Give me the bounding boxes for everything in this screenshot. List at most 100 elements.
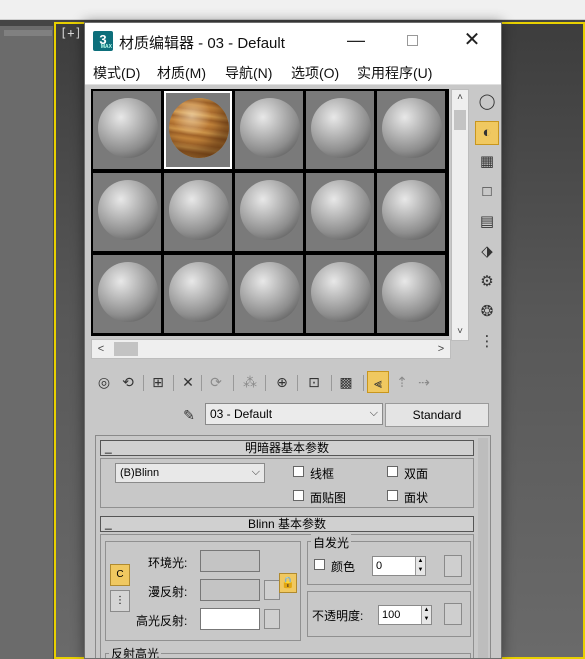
material-name-value[interactable]: 03 - Default: [210, 407, 272, 421]
sample-slot[interactable]: [235, 173, 303, 251]
put-to-library-icon[interactable]: ⊕: [271, 371, 293, 393]
scroll-up-arrow-icon[interactable]: ˄: [452, 90, 468, 106]
blinn-basic-rollout-header[interactable]: _ Blinn 基本参数: [100, 516, 474, 532]
show-end-result-icon[interactable]: ⫷: [367, 371, 389, 393]
diffuse-map-button[interactable]: [264, 580, 280, 600]
make-preview-icon[interactable]: ⬗: [475, 241, 499, 265]
sample-slot[interactable]: [93, 173, 161, 251]
material-name-field[interactable]: 03 - Default ⌵: [205, 403, 383, 425]
ambient-color-swatch[interactable]: [200, 550, 260, 572]
opacity-map-button[interactable]: [444, 603, 462, 625]
checkbox-box[interactable]: [387, 466, 398, 477]
hscroll-thumb[interactable]: [114, 342, 138, 356]
toolbar-separator: [297, 375, 298, 391]
sample-sphere: [169, 180, 229, 240]
menu-material[interactable]: 材质(M): [157, 63, 206, 83]
menu-navigation[interactable]: 导航(N): [225, 63, 272, 83]
sample-slot[interactable]: [164, 173, 232, 251]
two-sided-checkbox[interactable]: 双面: [387, 465, 457, 481]
opacity-spinner[interactable]: 100 ▲ ▼: [378, 605, 432, 625]
get-material-icon[interactable]: ◎: [93, 371, 115, 393]
backlight-icon[interactable]: ◐: [475, 121, 499, 145]
sample-slot[interactable]: [164, 255, 232, 333]
background-checker-icon[interactable]: ▦: [475, 151, 499, 175]
video-color-check-icon[interactable]: ▤: [475, 211, 499, 235]
menu-options[interactable]: 选项(O): [291, 63, 339, 83]
self-illum-value[interactable]: 0: [376, 560, 382, 572]
sample-slot[interactable]: [93, 91, 161, 169]
faceted-checkbox[interactable]: 面状: [387, 489, 457, 505]
reset-map-icon[interactable]: ✕: [177, 371, 199, 393]
sample-slot[interactable]: [306, 173, 374, 251]
show-shaded-in-viewport-icon[interactable]: ▩: [335, 371, 357, 393]
material-id-channel-icon[interactable]: ⊡: [303, 371, 325, 393]
sample-sphere: [240, 180, 300, 240]
self-illum-map-button[interactable]: [444, 555, 462, 577]
sample-uv-tiling-icon[interactable]: □: [475, 181, 499, 205]
scroll-left-arrow-icon[interactable]: <: [92, 340, 110, 358]
menu-utilities[interactable]: 实用程序(U): [357, 63, 432, 83]
wire-checkbox[interactable]: 线框: [293, 465, 363, 481]
make-unique-icon[interactable]: ⁂: [239, 371, 261, 393]
menu-mode[interactable]: 模式(D): [93, 63, 140, 83]
opacity-group: 不透明度: 100 ▲ ▼: [307, 591, 471, 637]
lock-ambient-diffuse-button[interactable]: C: [110, 564, 130, 586]
maximize-button[interactable]: [389, 23, 435, 59]
lock-diffuse-specular-button[interactable]: ⋮: [110, 590, 130, 612]
sample-slot[interactable]: [93, 255, 161, 333]
wood-sample-sphere: [169, 98, 229, 158]
shader-basic-rollout-header[interactable]: _ 明暗器基本参数: [100, 440, 474, 456]
self-illum-spinner[interactable]: 0 ▲ ▼: [372, 556, 426, 576]
lock-icon[interactable]: 🔒: [279, 573, 297, 593]
chevron-down-icon[interactable]: ⌵: [370, 407, 378, 420]
checkbox-box[interactable]: [387, 490, 398, 501]
title-bar[interactable]: 3 MAX 材质编辑器 - 03 - Default — ✕: [85, 23, 501, 59]
options-icon[interactable]: ⚙: [475, 271, 499, 295]
spinner-arrows-icon[interactable]: ▲ ▼: [421, 606, 431, 624]
checkbox-box[interactable]: [314, 559, 325, 570]
sample-slot[interactable]: [235, 91, 303, 169]
sample-slot[interactable]: [306, 255, 374, 333]
sample-slot[interactable]: [377, 91, 445, 169]
shader-type-dropdown[interactable]: (B)Blinn ⌵: [115, 463, 265, 483]
self-illum-color-checkbox[interactable]: 颜色: [314, 558, 374, 574]
put-to-scene-icon[interactable]: ⟲: [117, 371, 139, 393]
material-map-navigator-icon[interactable]: ⋮: [475, 331, 499, 355]
material-type-button[interactable]: Standard: [385, 403, 489, 427]
minimize-button[interactable]: —: [333, 23, 379, 59]
specular-highlights-title: 反射高光: [109, 645, 162, 658]
viewport-label[interactable]: [+]: [60, 26, 82, 40]
assign-to-selection-icon[interactable]: ⊞: [147, 371, 169, 393]
select-by-material-icon[interactable]: ❂: [475, 301, 499, 325]
specular-map-button[interactable]: [264, 609, 280, 629]
window-title: 材质编辑器 - 03 - Default: [119, 35, 285, 52]
specular-color-swatch[interactable]: [200, 608, 260, 630]
scroll-thumb[interactable]: [454, 110, 466, 130]
ambient-label: 环境光:: [148, 556, 188, 570]
side-toolbar: ◯ ◐ ▦ □ ▤ ⬗ ⚙ ❂ ⋮: [473, 89, 501, 359]
opacity-value[interactable]: 100: [382, 609, 400, 621]
slots-vertical-scrollbar[interactable]: ˄ ˅: [451, 89, 469, 341]
sample-slot[interactable]: [377, 255, 445, 333]
slots-horizontal-scrollbar[interactable]: < >: [91, 339, 451, 359]
make-copy-icon[interactable]: ⟳: [205, 371, 227, 393]
checkbox-box[interactable]: [293, 490, 304, 501]
scroll-down-arrow-icon[interactable]: ˅: [452, 324, 468, 340]
spinner-arrows-icon[interactable]: ▲ ▼: [415, 557, 425, 575]
sample-slot[interactable]: [377, 173, 445, 251]
checkbox-box[interactable]: [293, 466, 304, 477]
sample-type-icon[interactable]: ◯: [475, 91, 499, 115]
close-button[interactable]: ✕: [449, 23, 495, 59]
panel-scrollbar[interactable]: [478, 438, 488, 658]
pick-material-eyedropper-icon[interactable]: ✎: [179, 405, 199, 425]
toolbar-separator: [363, 375, 364, 391]
diffuse-color-swatch[interactable]: [200, 579, 260, 601]
go-to-parent-icon[interactable]: ⇡: [391, 371, 413, 393]
sample-slot[interactable]: [235, 255, 303, 333]
sample-slot[interactable]: [306, 91, 374, 169]
scroll-right-arrow-icon[interactable]: >: [432, 340, 450, 358]
go-forward-to-sibling-icon[interactable]: ⇢: [413, 371, 435, 393]
face-map-checkbox[interactable]: 面贴图: [293, 489, 373, 505]
sample-slot[interactable]: [164, 91, 232, 169]
face-map-label: 面贴图: [310, 491, 347, 505]
